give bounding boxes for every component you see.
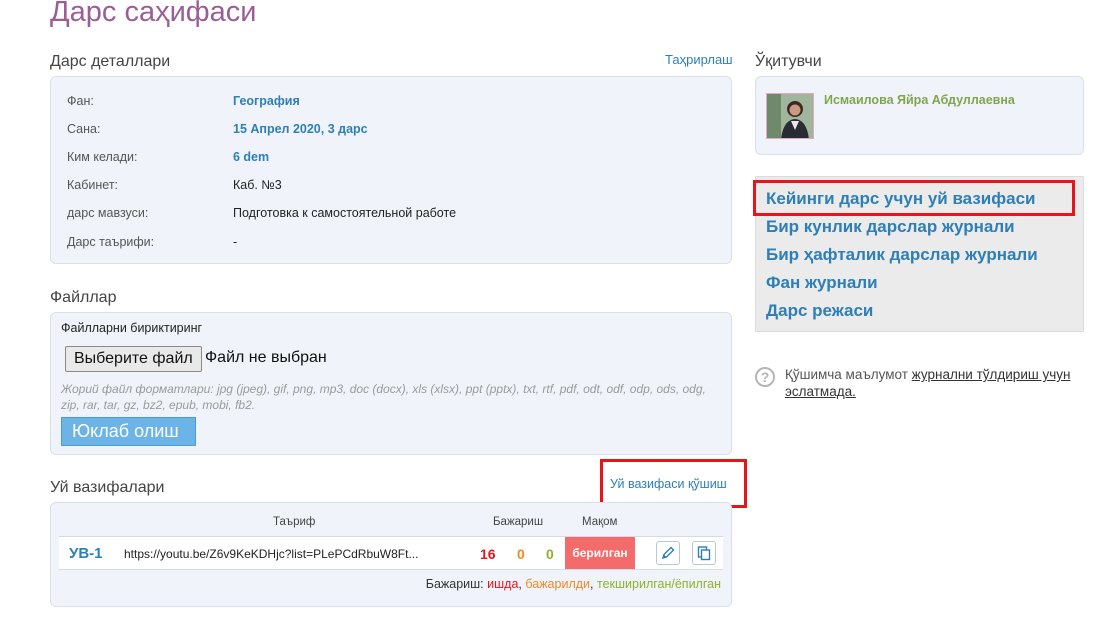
lesson-plan-link[interactable]: Дарс режаси — [766, 301, 873, 321]
count-checked: 0 — [546, 546, 554, 562]
info-prefix: Қўшимча маълумот — [785, 367, 908, 382]
files-panel: Файлларни бириктиринг Выберите файл Файл… — [50, 312, 732, 455]
subject-journal-link[interactable]: Фан журнали — [766, 273, 878, 293]
column-header-description: Таъриф — [273, 516, 316, 528]
legend-checked: текширилган/ёпилган — [597, 577, 721, 591]
detail-label: Дарс таърифи: — [67, 235, 155, 249]
details-section-title: Дарс деталлари — [50, 53, 171, 70]
file-formats-text: Жорий файл форматлари: jpg (jpeg), gif, … — [61, 382, 706, 412]
column-header-status: Мақом — [582, 516, 618, 528]
status-badge: берилган — [565, 537, 635, 569]
info-text: Қўшимча маълумот журнални тўлдириш учун … — [785, 366, 1075, 400]
execution-legend: Бажариш: ишда, бажарилди, текширилган/ёп… — [426, 577, 721, 591]
homework-section-title: Уй вазифалари — [50, 479, 165, 496]
homework-panel: Таъриф Бажариш Мақом УВ-1 https://youtu.… — [50, 502, 732, 607]
choose-file-button[interactable]: Выберите файл — [65, 346, 202, 372]
legend-separator: , — [518, 577, 522, 591]
no-file-text: Файл не выбран — [205, 349, 327, 366]
teacher-section-title: Ўқитувчи — [755, 53, 822, 70]
date-link[interactable]: 15 Апрел 2020, 3 дарс — [233, 122, 368, 136]
upload-button[interactable]: Юклаб олиш — [61, 417, 196, 446]
teacher-avatar[interactable] — [766, 93, 814, 139]
description-value: - — [233, 235, 238, 249]
legend-in-progress: ишда — [487, 577, 519, 591]
legend-done: бажарилди — [525, 577, 591, 591]
page-title: Дарс саҳифаси — [50, 0, 257, 28]
count-done: 0 — [517, 546, 525, 562]
edit-details-link[interactable]: Таҳрирлаш — [665, 52, 733, 67]
subject-link[interactable]: География — [233, 94, 300, 108]
highlight-box-add-homework — [600, 459, 747, 508]
topic-value: Подготовка к самостоятельной работе — [233, 206, 457, 220]
daily-journal-link[interactable]: Бир кунлик дарслар журнали — [766, 217, 1015, 237]
legend-separator: , — [590, 577, 594, 591]
detail-label: Ким келади: — [67, 150, 138, 164]
question-icon: ? — [755, 367, 775, 387]
homework-url-link[interactable]: https://youtu.be/Z6v9KeKDHjc?list=PLePCd… — [124, 547, 454, 561]
teacher-panel: Исмаилова Яйра Абдуллаевна — [755, 76, 1084, 155]
detail-label: Фан: — [67, 94, 94, 108]
homework-id-link[interactable]: УВ-1 — [69, 545, 103, 562]
detail-label: Сана: — [67, 122, 101, 136]
legend-prefix: Бажариш: — [425, 577, 484, 591]
weekly-journal-link[interactable]: Бир ҳафталик дарслар журнали — [766, 245, 1038, 265]
highlight-box-next-homework — [753, 180, 1075, 216]
teacher-name-link[interactable]: Исмаилова Яйра Абдуллаевна — [824, 93, 1015, 107]
files-section-title: Файллар — [50, 289, 117, 306]
table-row: УВ-1 https://youtu.be/Z6v9KeKDHjc?list=P… — [59, 536, 723, 570]
count-in-progress: 16 — [480, 546, 496, 562]
class-link[interactable]: 6 dem — [233, 150, 269, 164]
attach-files-label: Файлларни бириктиринг — [61, 321, 203, 335]
detail-label: Кабинет: — [67, 178, 119, 192]
pencil-icon[interactable] — [656, 541, 680, 565]
room-value: Каб. №3 — [233, 178, 282, 192]
copy-icon[interactable] — [692, 541, 716, 565]
details-panel: Фан: География Сана: 15 Апрел 2020, 3 да… — [50, 76, 732, 264]
detail-label: дарс мавзуси: — [67, 206, 149, 220]
column-header-execution: Бажариш — [493, 516, 544, 528]
